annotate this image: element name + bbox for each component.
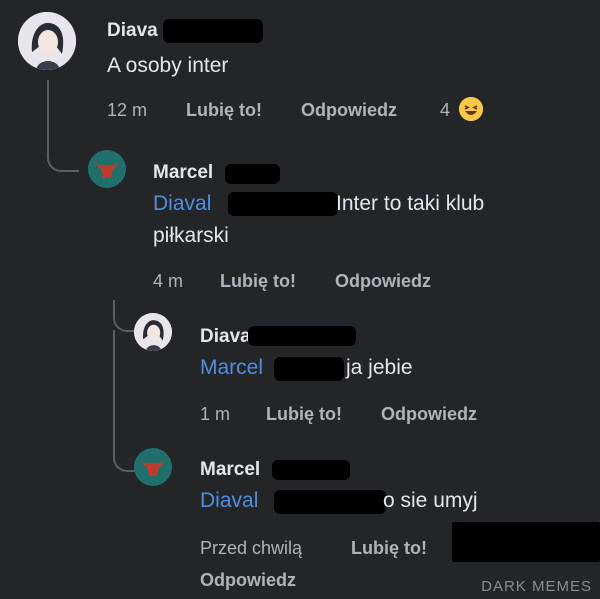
bull-logo-icon	[134, 448, 172, 486]
redacted-name	[274, 490, 386, 514]
comment-text: Diaval	[200, 485, 258, 517]
thread-line	[47, 80, 79, 172]
redacted-name	[248, 326, 356, 346]
comment-text: Diaval	[153, 188, 211, 220]
bull-logo-icon	[88, 150, 126, 188]
watermark: DARK MEMES	[481, 578, 592, 595]
reply-button[interactable]: Odpowiedz	[301, 100, 397, 121]
comment-text: o sie umyj	[383, 489, 478, 512]
reaction-count[interactable]: 4	[440, 100, 450, 121]
comment-time[interactable]: 4 m	[153, 271, 183, 292]
reply-button[interactable]: Odpowiedz	[200, 570, 296, 591]
like-button[interactable]: Lubię to!	[186, 100, 262, 121]
laughing-emoji-icon	[459, 97, 483, 121]
anime-avatar-icon	[134, 313, 172, 351]
reply-button[interactable]: Odpowiedz	[381, 404, 477, 425]
redacted-name	[225, 164, 280, 184]
mention-link[interactable]: Diaval	[200, 489, 258, 512]
avatar[interactable]	[134, 448, 172, 486]
reply-button[interactable]: Odpowiedz	[335, 271, 431, 292]
redacted-name	[163, 19, 263, 43]
comment-time[interactable]: 12 m	[107, 100, 147, 121]
comment-text: ja jebie	[346, 356, 413, 379]
comment-text: A osoby inter	[107, 54, 229, 77]
anime-avatar-icon	[18, 12, 76, 70]
mention-link[interactable]: Diaval	[153, 192, 211, 215]
comment-text: piłkarski	[153, 224, 229, 247]
avatar[interactable]	[134, 313, 172, 351]
comment-time[interactable]: Przed chwilą	[200, 538, 302, 559]
redacted-name	[272, 460, 350, 480]
comment-text: Marcel	[200, 352, 263, 384]
redacted-area	[452, 522, 600, 562]
like-button[interactable]: Lubię to!	[351, 538, 427, 559]
thread-line	[113, 330, 137, 472]
laughing-emoji-icon[interactable]	[459, 97, 483, 121]
comment-author[interactable]: Marcel	[153, 162, 213, 184]
comment-text: Inter to taki klub	[336, 192, 485, 215]
redacted-name	[228, 192, 338, 216]
avatar[interactable]	[88, 150, 126, 188]
comment-author[interactable]: Diava	[107, 20, 158, 42]
comment-author[interactable]: Marcel	[200, 459, 260, 481]
comment-author[interactable]: Diava	[200, 326, 251, 348]
redacted-name	[274, 357, 344, 381]
mention-link[interactable]: Marcel	[200, 356, 263, 379]
like-button[interactable]: Lubię to!	[220, 271, 296, 292]
comment-time[interactable]: 1 m	[200, 404, 230, 425]
avatar[interactable]	[18, 12, 76, 70]
like-button[interactable]: Lubię to!	[266, 404, 342, 425]
